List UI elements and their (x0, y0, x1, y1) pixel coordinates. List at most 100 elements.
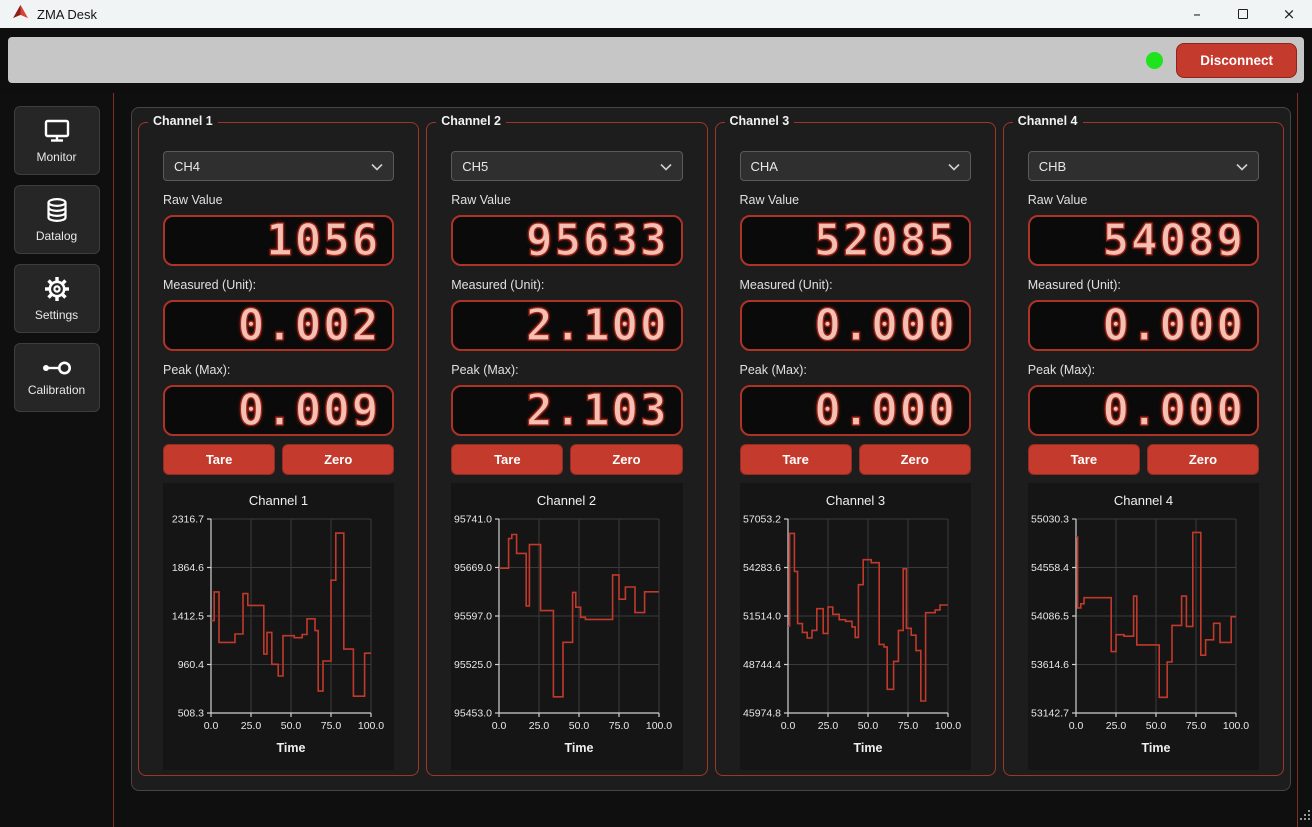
peak-label: Peak (Max): (1028, 363, 1259, 377)
x-axis-label: Time (853, 741, 882, 755)
sidebar: Monitor Datalog (0, 93, 114, 827)
sidebar-item-monitor[interactable]: Monitor (14, 106, 100, 175)
gear-icon (43, 275, 71, 303)
accent-border-line (1297, 93, 1298, 827)
channel-panel-1: Channel 1 CH4 Raw Value 1056 Measured (U… (138, 122, 419, 776)
x-tick-label: 100.0 (646, 720, 672, 732)
zero-button[interactable]: Zero (570, 444, 682, 475)
chevron-down-icon (371, 159, 383, 174)
y-tick-label: 54283.6 (743, 562, 781, 574)
chart-title: Channel 1 (249, 493, 308, 508)
calibration-icon (41, 358, 73, 378)
y-tick-label: 508.3 (178, 708, 204, 720)
maximize-button[interactable] (1220, 0, 1266, 28)
close-button[interactable]: × (1266, 0, 1312, 28)
x-axis-label: Time (1141, 741, 1170, 755)
tare-button[interactable]: Tare (451, 444, 563, 475)
y-tick-label: 45974.8 (743, 708, 781, 720)
y-tick-label: 1864.6 (172, 562, 204, 574)
x-tick-label: 100.0 (934, 720, 960, 732)
connection-status-indicator (1146, 52, 1163, 69)
raw-value-digits: 95633 (526, 219, 668, 263)
x-tick-label: 100.0 (358, 720, 384, 732)
channel-group-label: Channel 1 (148, 114, 218, 128)
measured-value-display: 0.000 (740, 300, 971, 351)
channels-card: Channel 1 CH4 Raw Value 1056 Measured (U… (131, 107, 1291, 791)
chevron-down-icon (1236, 159, 1248, 174)
x-tick-label: 0.0 (204, 720, 219, 732)
channel-panel-3: Channel 3 CHA Raw Value 52085 Measured (… (715, 122, 996, 776)
sidebar-item-calibration[interactable]: Calibration (14, 343, 100, 412)
sidebar-item-label: Datalog (36, 229, 77, 243)
y-tick-label: 54086.5 (1031, 611, 1069, 623)
y-tick-label: 2316.7 (172, 514, 204, 526)
y-tick-label: 51514.0 (743, 611, 781, 623)
x-tick-label: 75.0 (609, 720, 630, 732)
raw-value-digits: 52085 (814, 219, 956, 263)
database-icon (43, 196, 71, 224)
raw-value-display: 52085 (740, 215, 971, 266)
peak-value-display: 0.000 (740, 385, 971, 436)
chart-title: Channel 4 (1114, 493, 1173, 508)
raw-value-display: 54089 (1028, 215, 1259, 266)
measured-value-digits: 0.000 (1103, 304, 1245, 348)
channel-chart: Channel 1508.3960.41412.51864.62316.70.0… (163, 483, 394, 770)
zero-button[interactable]: Zero (282, 444, 394, 475)
x-tick-label: 100.0 (1223, 720, 1249, 732)
channel-group-label: Channel 2 (436, 114, 506, 128)
measured-label: Measured (Unit): (451, 278, 682, 292)
tare-button[interactable]: Tare (163, 444, 275, 475)
measured-label: Measured (Unit): (740, 278, 971, 292)
y-tick-label: 960.4 (178, 659, 204, 671)
channel-select-dropdown[interactable]: CH5 (451, 151, 682, 181)
x-tick-label: 0.0 (780, 720, 795, 732)
channel-chart: Channel 295453.095525.095597.095669.0957… (451, 483, 682, 770)
tare-button[interactable]: Tare (1028, 444, 1140, 475)
peak-value-digits: 0.009 (238, 389, 380, 433)
peak-value-display: 2.103 (451, 385, 682, 436)
tare-button[interactable]: Tare (740, 444, 852, 475)
measured-label: Measured (Unit): (1028, 278, 1259, 292)
raw-value-display: 1056 (163, 215, 394, 266)
x-tick-label: 25.0 (817, 720, 838, 732)
measured-value-digits: 0.000 (814, 304, 956, 348)
channel-select-dropdown[interactable]: CH4 (163, 151, 394, 181)
chevron-down-icon (660, 159, 672, 174)
channel-panel-4: Channel 4 CHB Raw Value 54089 Measured (… (1003, 122, 1284, 776)
selected-channel-value: CH5 (462, 159, 488, 174)
measured-value-digits: 2.100 (526, 304, 668, 348)
chart-svg: Channel 295453.095525.095597.095669.0957… (451, 483, 682, 770)
channel-select-dropdown[interactable]: CHB (1028, 151, 1259, 181)
y-tick-label: 54558.4 (1031, 562, 1069, 574)
x-tick-label: 25.0 (241, 720, 262, 732)
peak-label: Peak (Max): (451, 363, 682, 377)
y-tick-label: 95741.0 (454, 514, 492, 526)
peak-value-display: 0.009 (163, 385, 394, 436)
zero-button[interactable]: Zero (859, 444, 971, 475)
connection-toolbar: Disconnect (8, 37, 1304, 83)
resize-grip[interactable] (1300, 807, 1310, 825)
peak-label: Peak (Max): (740, 363, 971, 377)
y-tick-label: 48744.4 (743, 659, 781, 671)
chart-svg: Channel 453142.753614.654086.554558.4550… (1028, 483, 1259, 770)
x-tick-label: 75.0 (897, 720, 918, 732)
peak-value-digits: 0.000 (1103, 389, 1245, 433)
selected-channel-value: CHA (751, 159, 778, 174)
peak-value-digits: 2.103 (526, 389, 668, 433)
disconnect-button[interactable]: Disconnect (1176, 43, 1297, 78)
app-logo-icon (12, 4, 29, 24)
minimize-button[interactable]: – (1174, 0, 1220, 28)
selected-channel-value: CH4 (174, 159, 200, 174)
sidebar-item-label: Settings (35, 308, 78, 322)
maximize-icon (1238, 9, 1248, 19)
raw-value-label: Raw Value (1028, 193, 1259, 207)
measured-label: Measured (Unit): (163, 278, 394, 292)
y-tick-label: 53614.6 (1031, 659, 1069, 671)
sidebar-item-label: Calibration (28, 383, 85, 397)
peak-label: Peak (Max): (163, 363, 394, 377)
sidebar-item-settings[interactable]: Settings (14, 264, 100, 333)
sidebar-item-datalog[interactable]: Datalog (14, 185, 100, 254)
zero-button[interactable]: Zero (1147, 444, 1259, 475)
x-tick-label: 50.0 (857, 720, 878, 732)
channel-select-dropdown[interactable]: CHA (740, 151, 971, 181)
